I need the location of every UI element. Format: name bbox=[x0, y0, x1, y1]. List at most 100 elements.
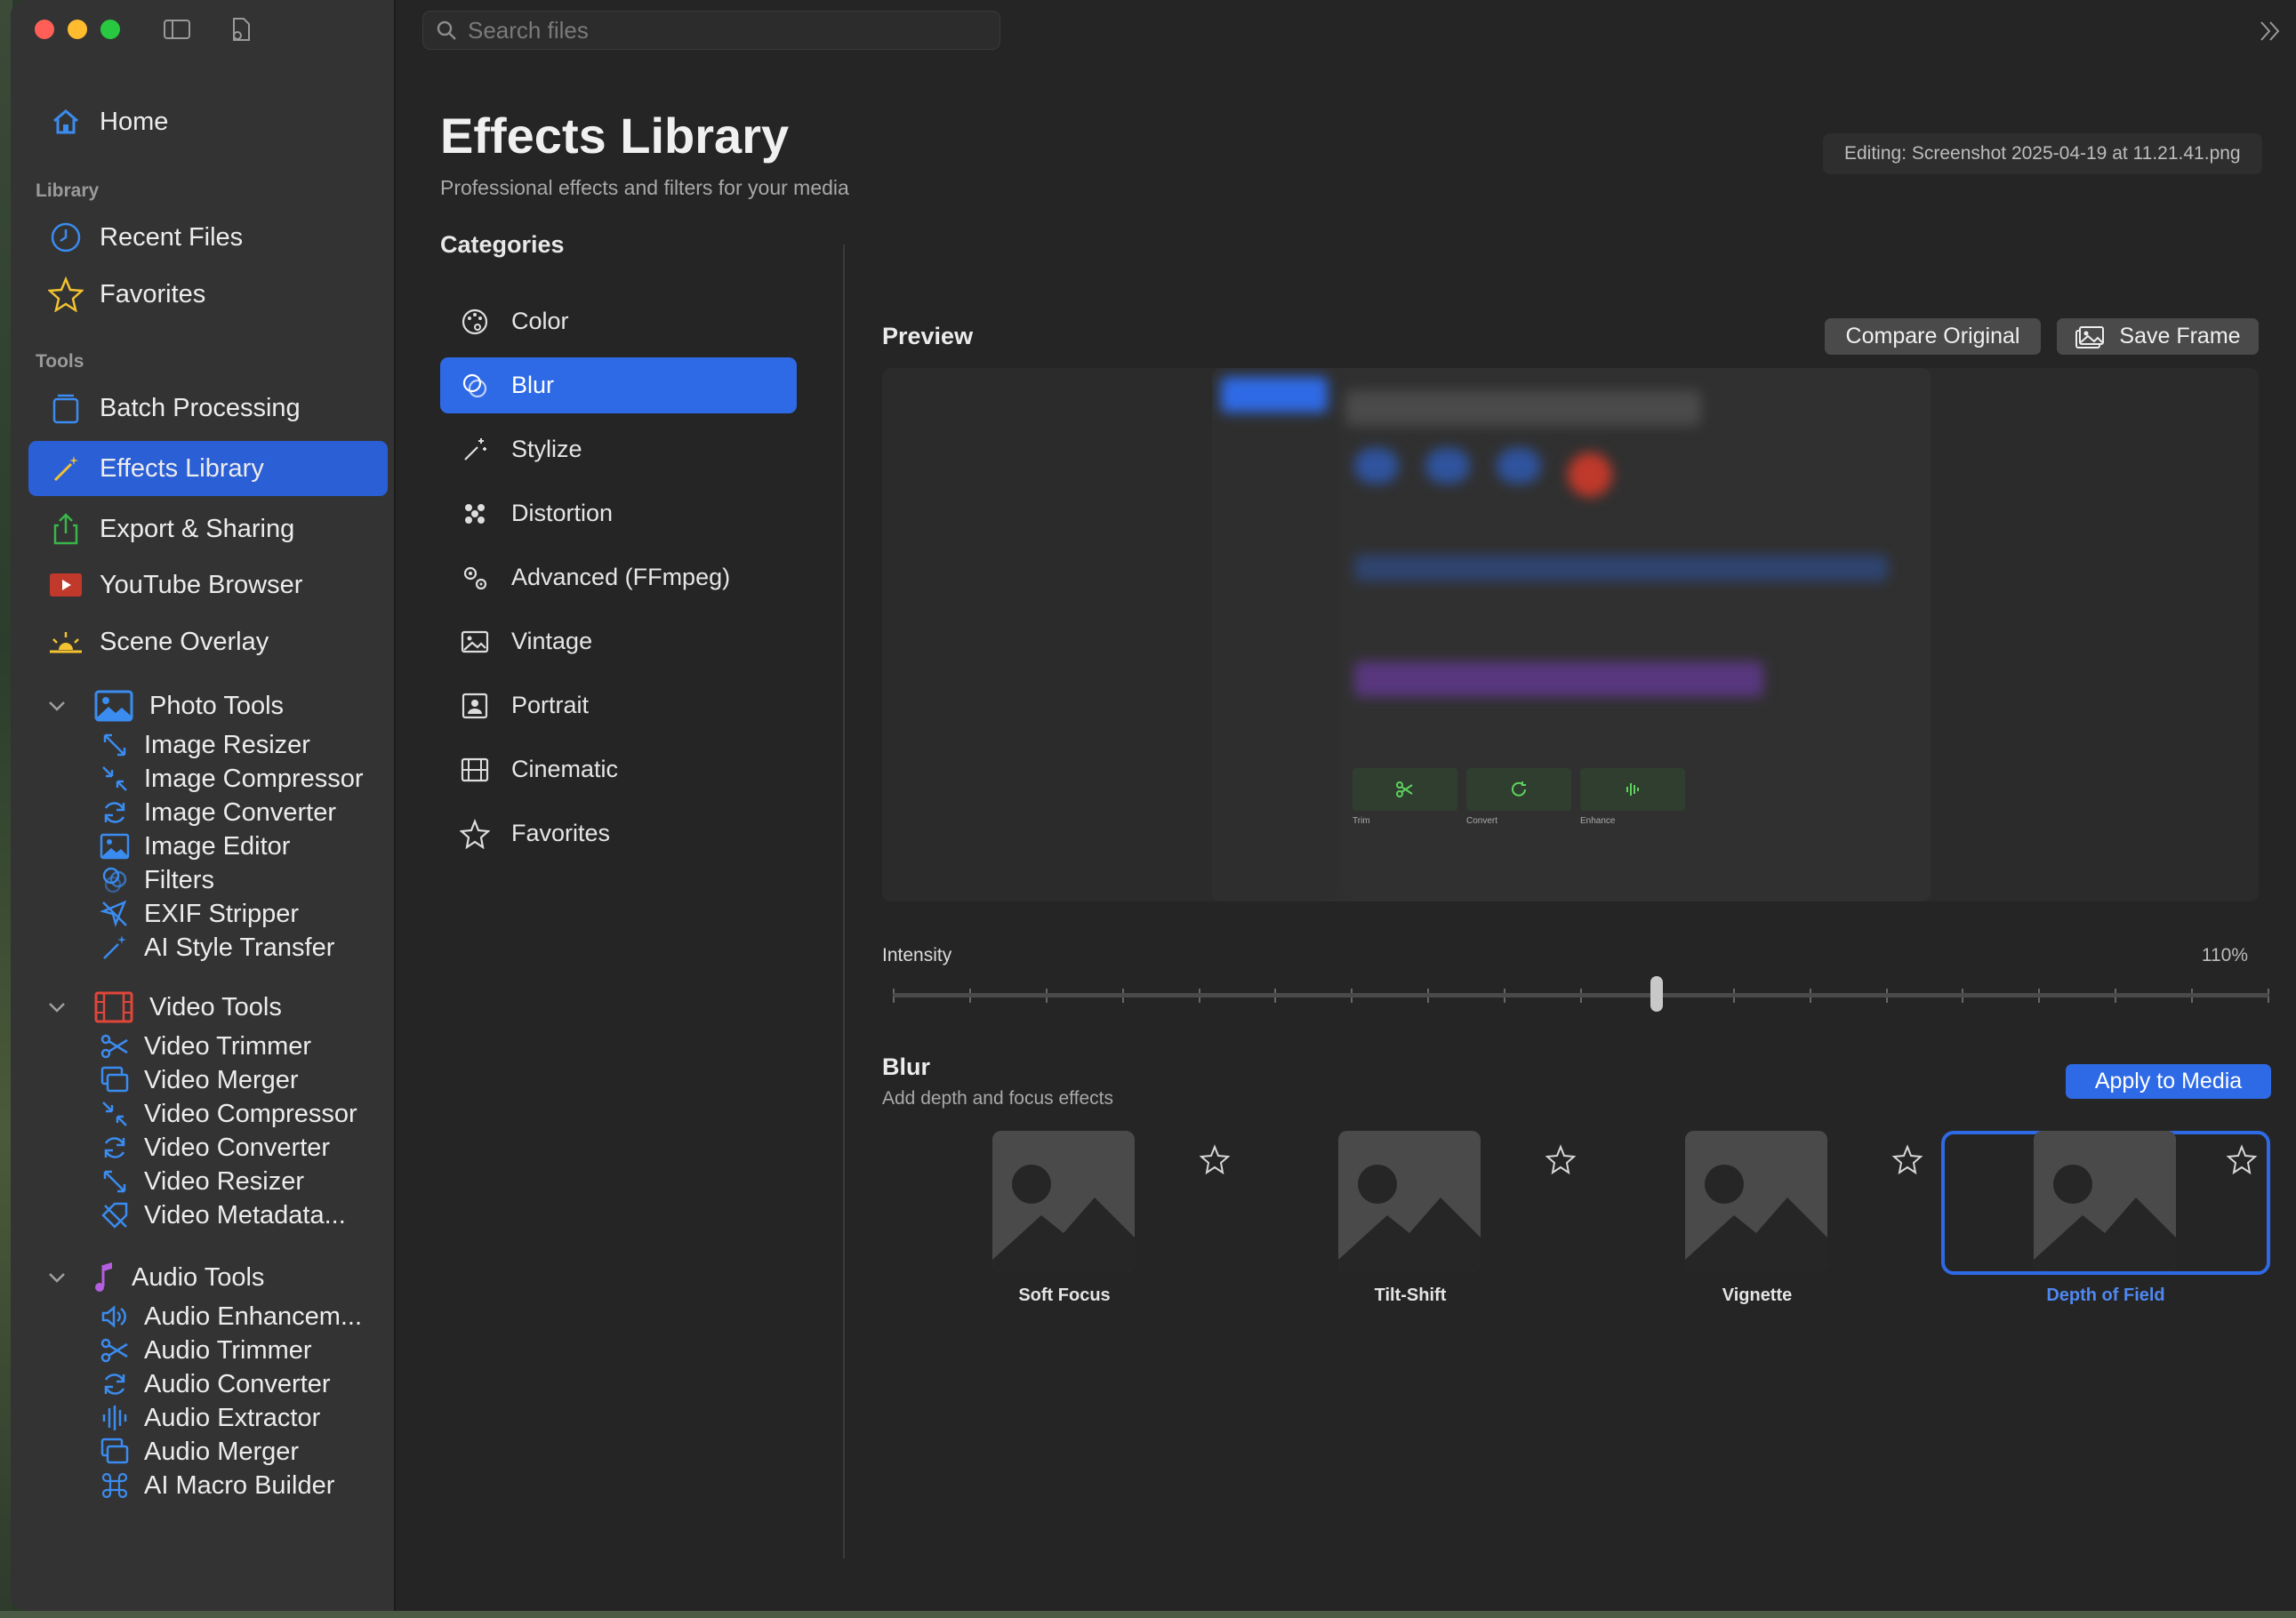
sidebar-item-label: Home bbox=[100, 107, 169, 136]
category-item[interactable]: Vintage bbox=[440, 613, 797, 669]
effect-card[interactable]: Vignette bbox=[1614, 1131, 1943, 1310]
category-item[interactable]: Cinematic bbox=[440, 741, 797, 797]
sidebar-item-home[interactable]: Home bbox=[28, 94, 388, 149]
chevron-double-right-icon[interactable] bbox=[2257, 18, 2284, 44]
zoom-window-button[interactable] bbox=[100, 20, 120, 39]
category-item[interactable]: Favorites bbox=[440, 805, 797, 861]
close-window-button[interactable] bbox=[35, 20, 54, 39]
search-input[interactable] bbox=[468, 16, 983, 44]
category-label: Color bbox=[511, 308, 569, 334]
video-tool-item[interactable]: Video Resizer bbox=[100, 1165, 304, 1198]
chevron-down-icon[interactable] bbox=[46, 695, 68, 717]
new-document-icon[interactable] bbox=[226, 16, 256, 43]
favorite-star-icon[interactable] bbox=[2226, 1143, 2258, 1175]
category-label: Favorites bbox=[511, 820, 611, 846]
slider-thumb[interactable] bbox=[1650, 976, 1663, 1012]
minimize-window-button[interactable] bbox=[68, 20, 87, 39]
category-item[interactable]: Blur bbox=[440, 357, 797, 413]
sidebar-item-batch-processing[interactable]: Batch Processing bbox=[28, 380, 388, 436]
convert-icon bbox=[104, 1137, 125, 1158]
photo-tool-item-label: Image Resizer bbox=[144, 730, 310, 759]
video-tool-item[interactable]: Video Converter bbox=[100, 1131, 330, 1165]
sidebar-item-youtube-browser[interactable]: YouTube Browser bbox=[28, 557, 388, 613]
image-placeholder-icon bbox=[1685, 1131, 1827, 1271]
favorite-star-icon[interactable] bbox=[1545, 1143, 1577, 1175]
photo-tool-item[interactable]: Image Compressor bbox=[100, 762, 364, 796]
photo-tool-item[interactable]: Image Resizer bbox=[100, 728, 310, 762]
category-item[interactable]: Advanced (FFmpeg) bbox=[440, 549, 797, 605]
effect-card[interactable]: Depth of Field bbox=[1941, 1131, 2270, 1310]
video-tool-item[interactable]: Video Metadata... bbox=[100, 1198, 346, 1232]
compare-original-button[interactable]: Compare Original bbox=[1825, 318, 2041, 355]
sidebar-item-export-sharing[interactable]: Export & Sharing bbox=[28, 501, 388, 557]
category-label: Distortion bbox=[511, 500, 614, 526]
sidebar-item-label: Favorites bbox=[100, 279, 206, 308]
sidebar-item-recent-files[interactable]: Recent Files bbox=[28, 210, 388, 265]
photo-frame-icon bbox=[461, 630, 489, 653]
photo-tool-item-label: Image Converter bbox=[144, 797, 336, 827]
photo-icon bbox=[100, 833, 130, 860]
photo-tool-item[interactable]: Filters bbox=[100, 863, 214, 897]
video-tool-item[interactable]: Video Compressor bbox=[100, 1097, 357, 1131]
video-tool-item[interactable]: Video Merger bbox=[100, 1063, 299, 1097]
favorite-star-icon[interactable] bbox=[1891, 1143, 1923, 1175]
photo-tool-item-label: EXIF Stripper bbox=[144, 899, 300, 928]
audio-tool-item-label: Audio Trimmer bbox=[144, 1335, 312, 1365]
intensity-slider[interactable] bbox=[893, 976, 2269, 1012]
photo-tool-item-label: Image Compressor bbox=[144, 764, 364, 793]
audio-tool-item[interactable]: AI Macro Builder bbox=[100, 1469, 334, 1502]
audio-tool-item[interactable]: Audio Trimmer bbox=[100, 1334, 312, 1367]
chevron-down-icon[interactable] bbox=[46, 997, 68, 1018]
command-icon bbox=[101, 1472, 128, 1499]
apply-to-media-button[interactable]: Apply to Media bbox=[2066, 1064, 2271, 1099]
chevron-down-icon[interactable] bbox=[46, 1267, 68, 1288]
category-item[interactable]: Stylize bbox=[440, 421, 797, 477]
effects-section-title: Blur bbox=[882, 1053, 930, 1080]
audio-tool-item[interactable]: Audio Converter bbox=[100, 1367, 331, 1401]
effect-card[interactable]: Tilt-Shift bbox=[1267, 1131, 1596, 1310]
search-bar[interactable] bbox=[422, 11, 1000, 50]
preview-image: Trim Convert Enhance bbox=[1212, 368, 1931, 901]
slider-track[interactable] bbox=[893, 993, 2269, 997]
clock-icon bbox=[51, 222, 81, 252]
audio-tool-item[interactable]: Audio Extractor bbox=[100, 1401, 320, 1435]
divider bbox=[843, 244, 845, 1558]
audio-tools-group[interactable]: Audio Tools bbox=[46, 1260, 264, 1295]
category-item[interactable]: Distortion bbox=[440, 485, 797, 541]
video-tool-item[interactable]: Video Trimmer bbox=[100, 1029, 311, 1063]
sidebar-item-favorites[interactable]: Favorites bbox=[28, 267, 388, 322]
effect-card[interactable]: Soft Focus bbox=[921, 1131, 1250, 1310]
effect-thumbnail bbox=[2034, 1131, 2176, 1271]
metadata-slash-icon bbox=[101, 1202, 128, 1229]
category-item[interactable]: Color bbox=[440, 293, 797, 349]
sidebar-item-scene-overlay[interactable]: Scene Overlay bbox=[28, 614, 388, 669]
photo-tool-item[interactable]: Image Editor bbox=[100, 829, 290, 863]
preview-action-tiles: Trim Convert Enhance bbox=[1353, 768, 1685, 846]
category-item[interactable]: Portrait bbox=[440, 677, 797, 733]
palette-icon bbox=[462, 308, 488, 334]
photo-tool-item[interactable]: EXIF Stripper bbox=[100, 897, 299, 931]
sidebar-item-label: Export & Sharing bbox=[100, 514, 295, 543]
intensity-label: Intensity bbox=[882, 945, 952, 965]
video-tools-group[interactable]: Video Tools bbox=[46, 989, 282, 1025]
favorite-star-icon[interactable] bbox=[1199, 1143, 1231, 1175]
photo-tools-label: Photo Tools bbox=[149, 691, 285, 720]
distortion-dots-icon bbox=[465, 503, 485, 524]
scissors-icon bbox=[100, 1034, 128, 1059]
photo-tools-group[interactable]: Photo Tools bbox=[46, 688, 284, 724]
music-note-icon bbox=[95, 1262, 112, 1292]
preview-action-label: Convert bbox=[1466, 816, 1498, 826]
scissors-icon bbox=[1396, 781, 1413, 797]
save-frame-button[interactable]: Save Frame bbox=[2057, 318, 2259, 355]
effect-name: Vignette bbox=[1722, 1286, 1793, 1305]
effect-thumbnail bbox=[992, 1131, 1135, 1271]
audio-tool-item[interactable]: Audio Merger bbox=[100, 1435, 299, 1469]
sidebar-item-effects-library[interactable]: Effects Library bbox=[28, 441, 388, 496]
photo-tool-item[interactable]: AI Style Transfer bbox=[100, 931, 334, 965]
resize-icon bbox=[103, 733, 126, 757]
compress-icon bbox=[102, 1101, 127, 1126]
convert-icon bbox=[104, 802, 125, 823]
audio-tool-item[interactable]: Audio Enhancem... bbox=[100, 1300, 362, 1334]
photo-tool-item[interactable]: Image Converter bbox=[100, 796, 336, 829]
sidebar-toggle-icon[interactable] bbox=[162, 16, 192, 43]
